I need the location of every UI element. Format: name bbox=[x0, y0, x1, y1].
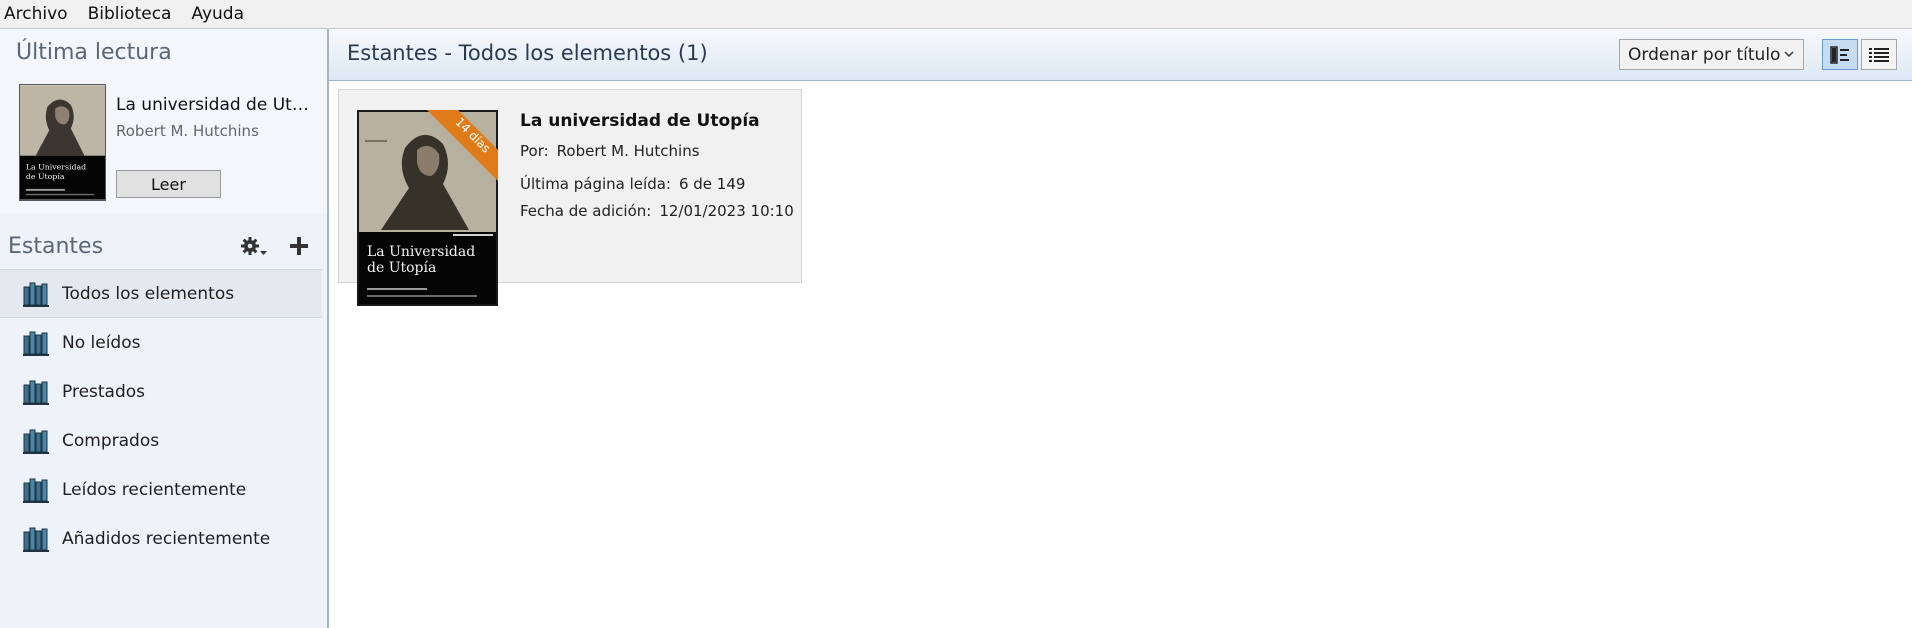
shelf-item-no-leidos[interactable]: No leídos bbox=[0, 318, 322, 367]
shelf-item-leidos-recientemente[interactable]: Leídos recientemente bbox=[0, 465, 322, 514]
last-read-cover-text-1: La Universidad bbox=[26, 162, 86, 171]
list-view-icon bbox=[1869, 47, 1889, 62]
gear-dropdown-chevron-icon bbox=[260, 251, 267, 255]
menu-archivo[interactable]: Archivo bbox=[0, 0, 78, 29]
menu-ayuda[interactable]: Ayuda bbox=[187, 0, 254, 29]
shelf-item-label: Prestados bbox=[62, 381, 146, 402]
book-added-label: Fecha de adición: bbox=[520, 202, 652, 220]
shelf-item-label: Todos los elementos bbox=[62, 283, 235, 304]
shelf-item-anadidos-recientemente[interactable]: Añadidos recientemente bbox=[0, 514, 322, 563]
grid-view-icon bbox=[1830, 45, 1849, 64]
last-read-cover-text-2: de Utopía bbox=[26, 172, 65, 181]
list-view-button[interactable] bbox=[1861, 39, 1897, 70]
bookshelf-icon bbox=[23, 429, 49, 454]
menu-biblioteca[interactable]: Biblioteca bbox=[84, 0, 182, 29]
book-author-line: Por: Robert M. Hutchins bbox=[520, 142, 700, 160]
sort-dropdown-value: Ordenar por título bbox=[1628, 44, 1781, 65]
plus-icon[interactable] bbox=[287, 234, 311, 258]
book-last-page-value: 6 de 149 bbox=[678, 175, 746, 193]
book-cover-text-1: La Universidad bbox=[367, 244, 475, 260]
sidebar: Última lectura La Universidad de Utopía … bbox=[0, 29, 329, 628]
shelf-item-prestados[interactable]: Prestados bbox=[0, 367, 322, 416]
book-author: Robert M. Hutchins bbox=[556, 142, 700, 160]
book-card[interactable]: La Universidad de Utopía 14 días La univ… bbox=[338, 89, 802, 306]
content-toolbar: Estantes - Todos los elementos (1) Orden… bbox=[329, 29, 1912, 81]
book-cover-image[interactable]: La Universidad de Utopía 14 días bbox=[357, 110, 498, 306]
sort-dropdown[interactable]: Ordenar por título bbox=[1619, 39, 1804, 70]
book-title: La universidad de Utopía bbox=[520, 111, 760, 131]
shelf-item-label: Añadidos recientemente bbox=[62, 528, 271, 549]
shelf-item-label: Comprados bbox=[62, 430, 160, 451]
bookshelf-icon bbox=[23, 331, 49, 356]
last-read-heading: Última lectura bbox=[16, 40, 172, 65]
book-cover-text-2: de Utopía bbox=[367, 260, 436, 276]
bookshelf-icon bbox=[23, 527, 49, 552]
shelves-header: Estantes bbox=[0, 225, 327, 265]
gear-icon[interactable] bbox=[238, 234, 268, 258]
last-read-cover-image[interactable]: La Universidad de Utopía bbox=[19, 84, 106, 201]
last-read-book-author: Robert M. Hutchins bbox=[116, 122, 259, 140]
shelf-item-label: No leídos bbox=[62, 332, 141, 353]
shelf-item-todos-los-elementos[interactable]: Todos los elementos bbox=[0, 269, 322, 318]
book-last-page-label: Última página leída: bbox=[520, 175, 671, 193]
book-added-value: 12/01/2023 10:10 bbox=[659, 202, 794, 220]
main-content: Estantes - Todos los elementos (1) Orden… bbox=[329, 29, 1912, 628]
bookshelf-icon bbox=[23, 282, 49, 307]
bookshelf-icon bbox=[23, 478, 49, 503]
shelves-heading: Estantes bbox=[8, 234, 104, 259]
last-read-panel: Última lectura La Universidad de Utopía … bbox=[0, 29, 327, 213]
shelf-list: Todos los elementos No leídos Prestados bbox=[0, 269, 322, 563]
book-added-line: Fecha de adición: 12/01/2023 10:10 bbox=[520, 202, 794, 220]
chevron-down-icon bbox=[1784, 51, 1794, 58]
page-title: Estantes - Todos los elementos (1) bbox=[347, 41, 708, 65]
read-button[interactable]: Leer bbox=[116, 170, 221, 198]
shelf-item-comprados[interactable]: Comprados bbox=[0, 416, 322, 465]
menu-bar: Archivo Biblioteca Ayuda bbox=[0, 0, 1912, 29]
shelf-item-label: Leídos recientemente bbox=[62, 479, 247, 500]
book-author-label: Por: bbox=[520, 142, 549, 160]
last-read-book-title[interactable]: La universidad de Uto... bbox=[116, 95, 316, 115]
book-last-page-line: Última página leída: 6 de 149 bbox=[520, 175, 745, 193]
bookshelf-icon bbox=[23, 380, 49, 405]
grid-view-button[interactable] bbox=[1822, 39, 1858, 70]
